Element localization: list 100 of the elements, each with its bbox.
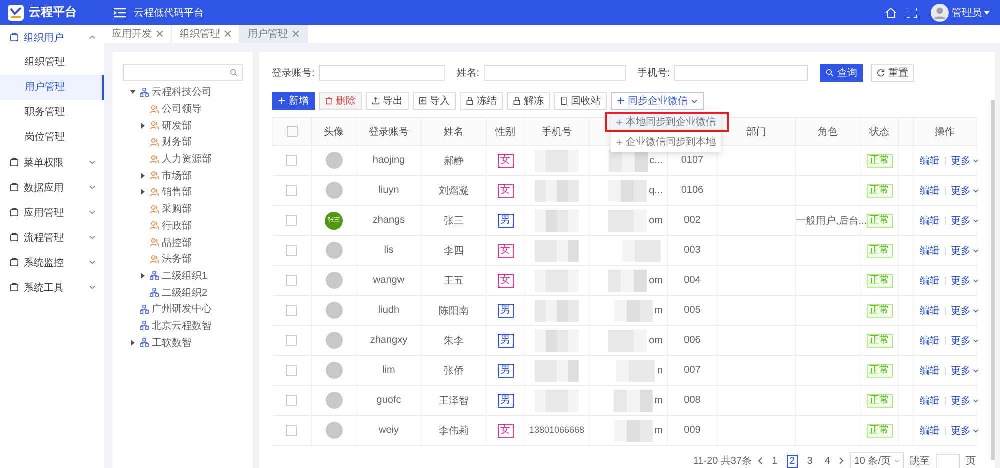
tree-node[interactable]: 法务部 — [162, 252, 192, 266]
edit-link[interactable]: 编辑 — [920, 304, 940, 318]
checkbox[interactable] — [286, 394, 298, 406]
tree-node[interactable]: 采购部 — [162, 202, 192, 216]
caret-icon[interactable] — [130, 90, 136, 94]
page-number[interactable]: 4 — [822, 454, 834, 468]
tree-node[interactable]: 二级组织2 — [162, 286, 208, 300]
sidebar-group[interactable]: 系统工具 — [0, 275, 104, 300]
edit-link[interactable]: 编辑 — [920, 394, 940, 408]
sidebar-group[interactable]: 菜单权限 — [0, 150, 104, 175]
tree-node[interactable]: 云程科技公司 — [152, 85, 212, 100]
toolbar-button[interactable]: 解冻 — [507, 92, 550, 110]
tree-node[interactable]: 研发部 — [162, 118, 192, 133]
tree-node[interactable]: 市场部 — [162, 168, 192, 183]
more-link[interactable]: 更多 — [951, 334, 979, 348]
checkbox[interactable] — [286, 154, 298, 166]
edit-link[interactable]: 编辑 — [920, 214, 940, 228]
table-cell: 008 — [684, 395, 701, 406]
edit-link[interactable]: 编辑 — [920, 184, 940, 198]
toolbar-button[interactable]: 同步企业微信 — [611, 92, 704, 110]
menu-icon[interactable] — [114, 8, 126, 18]
toolbar-button[interactable]: 导入 — [413, 92, 456, 110]
tree-node[interactable]: 二级组织1 — [162, 268, 208, 283]
tree-node[interactable]: 财务部 — [162, 135, 192, 150]
sidebar-item[interactable]: 组织管理 — [0, 50, 104, 75]
caret-icon[interactable] — [141, 172, 145, 179]
more-link[interactable]: 更多 — [951, 394, 979, 408]
fullscreen-icon[interactable] — [907, 8, 917, 18]
page-number[interactable]: 3 — [804, 454, 816, 468]
tree-node[interactable]: 行政部 — [162, 218, 192, 233]
sidebar-group[interactable]: 组织用户 — [0, 25, 104, 50]
checkbox[interactable] — [286, 274, 298, 286]
tree-node[interactable]: 销售部 — [162, 185, 192, 200]
caret-icon[interactable] — [141, 122, 145, 129]
input-field[interactable] — [318, 65, 445, 81]
page-number[interactable]: 1 — [769, 454, 781, 468]
menu-item[interactable]: 企业微信同步到本地 — [611, 134, 721, 150]
page-tab[interactable]: 用户管理 — [240, 25, 308, 43]
close-icon[interactable] — [157, 31, 163, 37]
more-link[interactable]: 更多 — [951, 274, 979, 288]
more-link[interactable]: 更多 — [951, 154, 979, 168]
tree-search-field[interactable] — [123, 64, 243, 81]
edit-link[interactable]: 编辑 — [920, 364, 940, 378]
status-tag: 正常 — [866, 304, 892, 318]
more-link[interactable]: 更多 — [951, 424, 979, 438]
input-field[interactable] — [674, 65, 808, 81]
sidebar-item[interactable]: 用户管理 — [0, 75, 104, 100]
edit-link[interactable]: 编辑 — [920, 154, 940, 168]
sidebar-group[interactable]: 流程管理 — [0, 225, 104, 250]
page-size-select[interactable]: 10 条/页 — [850, 452, 904, 468]
toolbar-button[interactable]: 导出 — [366, 92, 409, 110]
caret-icon[interactable] — [131, 340, 135, 346]
edit-link[interactable]: 编辑 — [920, 424, 940, 438]
checkbox[interactable] — [286, 126, 298, 137]
user-menu[interactable]: 管理员 — [952, 6, 990, 20]
more-link[interactable]: 更多 — [951, 244, 979, 258]
more-link[interactable]: 更多 — [951, 304, 979, 318]
caret-icon[interactable] — [141, 189, 145, 196]
scrollbar[interactable] — [991, 100, 995, 460]
close-icon[interactable] — [225, 31, 231, 37]
avatar-icon[interactable] — [931, 4, 949, 22]
checkbox[interactable] — [286, 184, 298, 196]
edit-link[interactable]: 编辑 — [920, 274, 940, 288]
tree-node[interactable]: 广州研发中心 — [152, 302, 212, 316]
checkbox[interactable] — [286, 334, 298, 346]
checkbox[interactable] — [286, 304, 298, 316]
tree-node[interactable]: 品控部 — [162, 236, 192, 250]
caret-icon[interactable] — [141, 272, 145, 279]
toolbar-button[interactable]: 新增 — [272, 92, 315, 110]
toolbar-button[interactable]: 回收站 — [554, 92, 607, 110]
toolbar-button[interactable]: 删除 — [319, 92, 362, 110]
more-link[interactable]: 更多 — [951, 184, 979, 198]
next-page-icon[interactable] — [839, 457, 844, 465]
sidebar-item[interactable]: 职务管理 — [0, 100, 104, 125]
query-button[interactable]: 查询 — [820, 64, 864, 82]
edit-link[interactable]: 编辑 — [920, 244, 940, 258]
checkbox[interactable] — [286, 214, 298, 226]
tree-node[interactable]: 人力资源部 — [162, 152, 212, 166]
tree-node[interactable]: 工软数智 — [152, 336, 192, 350]
tree-node[interactable]: 北京云程数智 — [152, 318, 212, 333]
sidebar-group[interactable]: 数据应用 — [0, 175, 104, 200]
checkbox[interactable] — [286, 364, 298, 376]
checkbox[interactable] — [286, 424, 298, 436]
checkbox[interactable] — [286, 244, 298, 256]
sidebar-item[interactable]: 岗位管理 — [0, 125, 104, 150]
page-number[interactable]: 2 — [786, 454, 798, 468]
close-icon[interactable] — [293, 31, 299, 37]
previous-page-icon[interactable] — [758, 457, 764, 465]
tree-node[interactable]: 公司领导 — [162, 102, 202, 116]
sidebar-group[interactable]: 系统监控 — [0, 250, 104, 275]
page-input[interactable] — [936, 454, 960, 468]
toolbar-button[interactable]: 冻结 — [460, 92, 503, 110]
reset-button[interactable]: 重置 — [871, 64, 914, 82]
edit-link[interactable]: 编辑 — [920, 334, 940, 348]
more-link[interactable]: 更多 — [951, 364, 979, 378]
more-link[interactable]: 更多 — [951, 214, 979, 228]
input-field[interactable] — [484, 65, 626, 81]
sidebar-group[interactable]: 应用管理 — [0, 200, 104, 225]
menu-item[interactable]: 本地同步到企业微信 — [611, 114, 721, 130]
home-icon[interactable] — [885, 6, 897, 18]
